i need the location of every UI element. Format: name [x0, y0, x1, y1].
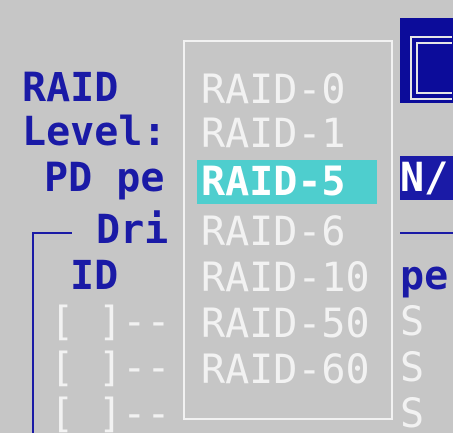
drive-group-frame-top-right [400, 232, 453, 234]
bios-raid-config-screen: RAID Level: PD pe Dri ID [ ]-- [ ]-- [ ]… [0, 0, 453, 433]
raid-option-1[interactable]: RAID-1 [197, 112, 377, 156]
raid-option-60[interactable]: RAID-60 [197, 348, 377, 392]
drive-row-checkbox[interactable]: [ ]-- [50, 300, 170, 344]
drive-group-title: Dri [96, 207, 169, 253]
drive-state-value: S [400, 391, 425, 433]
raid-option-6[interactable]: RAID-6 [197, 210, 377, 254]
na-value: N/ [400, 156, 453, 200]
raid-option-5-selected[interactable]: RAID-5 [197, 160, 377, 204]
drive-row-checkbox[interactable]: [ ]-- [50, 346, 170, 390]
per-column-header: pe [400, 253, 449, 299]
id-column-header: ID [70, 253, 119, 299]
pd-per-label: PD pe [44, 155, 165, 201]
drive-row-checkbox[interactable]: [ ]-- [50, 392, 170, 433]
raid-option-50[interactable]: RAID-50 [197, 302, 377, 346]
raid-option-10[interactable]: RAID-10 [197, 256, 377, 300]
drive-state-value: S [400, 345, 425, 391]
window-frame-inner [416, 42, 452, 94]
raid-option-0[interactable]: RAID-0 [197, 68, 377, 112]
drive-group-frame-top-left [32, 232, 72, 234]
drive-group-frame-left [32, 232, 34, 433]
raid-level-dropdown[interactable]: RAID-0 RAID-1 RAID-5 RAID-6 RAID-10 RAID… [183, 40, 393, 420]
drive-state-value: S [400, 299, 425, 345]
level-label: Level: [22, 109, 167, 155]
background-window [400, 18, 453, 103]
raid-label: RAID [22, 65, 119, 111]
